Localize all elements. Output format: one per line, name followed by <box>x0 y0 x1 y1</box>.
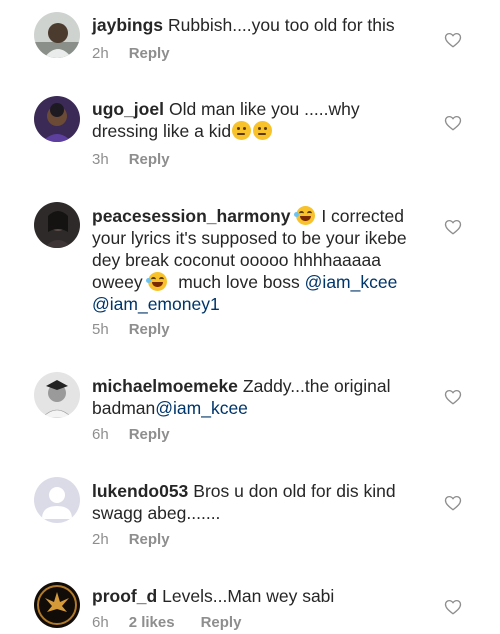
heart-icon[interactable] <box>444 494 462 512</box>
comment-body-2: much love boss <box>178 272 300 292</box>
thinking-face-icon <box>253 121 273 140</box>
comment-meta: 2h Reply <box>92 531 170 548</box>
avatar-image <box>34 12 80 58</box>
comment-meta: 6h Reply <box>92 426 170 443</box>
comment-time: 2h <box>92 531 109 548</box>
comments-list: jaybings Rubbish....you too old for this … <box>0 0 500 634</box>
thinking-face-icon <box>232 121 252 140</box>
comment-username[interactable]: michaelmoemeke <box>92 376 238 396</box>
default-avatar-icon <box>34 477 80 523</box>
comment-username[interactable]: ugo_joel <box>92 99 164 119</box>
avatar[interactable] <box>34 582 80 628</box>
comment-text: jaybings Rubbish....you too old for this <box>92 14 427 36</box>
comment-username[interactable]: jaybings <box>92 15 163 35</box>
comment-meta: 3h Reply <box>92 151 170 168</box>
comment-username[interactable]: lukendo053 <box>92 481 188 501</box>
comment-text: lukendo053 Bros u don old for dis kind sw… <box>92 480 427 524</box>
comment-text: michaelmoemeke Zaddy...the original badma… <box>92 375 427 419</box>
avatar-image <box>34 202 80 248</box>
avatar-image <box>34 96 80 142</box>
avatar[interactable] <box>34 12 80 58</box>
avatar-image <box>34 372 80 418</box>
mention-link[interactable]: @iam_kcee <box>305 272 398 292</box>
mention-link[interactable]: @iam_kcee <box>155 398 248 418</box>
avatar[interactable] <box>34 372 80 418</box>
comment-text: ugo_joel Old man like you .....why dressi… <box>92 98 427 142</box>
reply-button[interactable]: Reply <box>129 321 170 338</box>
reply-button[interactable]: Reply <box>129 531 170 548</box>
comment-meta: 5h Reply <box>92 321 170 338</box>
comment-username[interactable]: peacesession_harmony <box>92 206 290 226</box>
avatar[interactable] <box>34 202 80 248</box>
heart-icon[interactable] <box>444 31 462 49</box>
comment-body: Rubbish....you too old for this <box>168 15 395 35</box>
heart-icon[interactable] <box>444 218 462 236</box>
reply-button[interactable]: Reply <box>201 614 242 631</box>
comment-time: 2h <box>92 45 109 62</box>
comment-time: 6h <box>92 614 109 631</box>
comment-meta: 2h Reply <box>92 45 170 62</box>
comment-body: Levels...Man wey sabi <box>162 586 335 606</box>
comment-time: 6h <box>92 426 109 443</box>
comment-username[interactable]: proof_d <box>92 586 157 606</box>
comment-text: peacesession_harmony I corrected your ly… <box>92 205 427 315</box>
laughing-tears-face-icon <box>294 206 316 225</box>
comment-meta: 6h 2 likes Reply <box>92 614 241 631</box>
avatar-image <box>34 582 80 628</box>
heart-icon[interactable] <box>444 388 462 406</box>
avatar[interactable] <box>34 96 80 142</box>
reply-button[interactable]: Reply <box>129 45 170 62</box>
comment-time: 5h <box>92 321 109 338</box>
reply-button[interactable]: Reply <box>129 426 170 443</box>
heart-icon[interactable] <box>444 114 462 132</box>
reply-button[interactable]: Reply <box>129 151 170 168</box>
avatar[interactable] <box>34 477 80 523</box>
heart-icon[interactable] <box>444 598 462 616</box>
mention-link[interactable]: @iam_emoney1 <box>92 294 220 314</box>
laughing-tears-face-icon <box>146 272 168 291</box>
comment-time: 3h <box>92 151 109 168</box>
comment-text: proof_d Levels...Man wey sabi <box>92 585 427 607</box>
likes-count[interactable]: 2 likes <box>129 614 175 631</box>
